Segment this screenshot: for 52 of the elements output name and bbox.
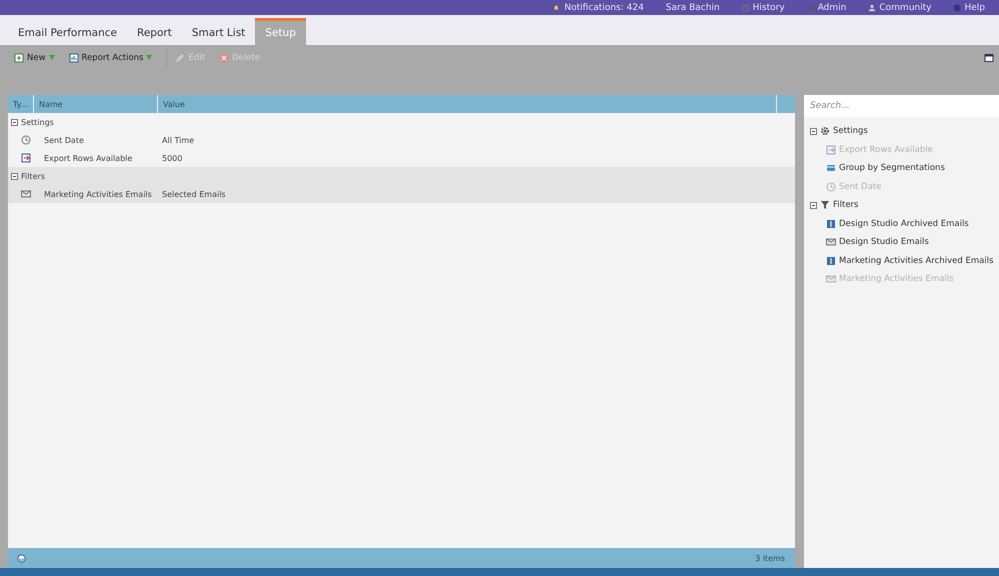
clock-icon [21, 135, 31, 145]
top-link[interactable]: Community [868, 2, 932, 12]
top-link[interactable]: Admin [806, 2, 846, 12]
table-cell: 5000 [162, 154, 182, 162]
gear-icon [820, 126, 830, 136]
stack-icon [826, 163, 836, 174]
table-cell: Selected Emails [162, 190, 226, 198]
email-icon [826, 274, 836, 284]
tree-item: Settings [833, 126, 868, 136]
group-label: Filters [21, 172, 45, 180]
clock-icon [742, 4, 750, 12]
collapse-icon[interactable] [810, 202, 817, 209]
people-icon [868, 4, 876, 12]
table-cell-text: Sent Date [44, 136, 85, 144]
gear-icon [806, 4, 815, 12]
top-link[interactable]: Notifications: 424 [553, 2, 644, 12]
archive-icon [826, 256, 836, 266]
bell-icon [553, 4, 562, 12]
table-cell-text: Export Rows Available [44, 154, 134, 162]
collapse-icon[interactable] [11, 118, 18, 126]
top-link[interactable]: Sara Bachin [666, 2, 720, 12]
tab[interactable]: Report [127, 18, 182, 45]
tree-item[interactable]: Marketing Activities Archived Emails [839, 256, 994, 266]
tab[interactable]: Smart List [182, 18, 256, 45]
tab[interactable]: Email Performance [8, 18, 128, 45]
tree-item: Filters [833, 200, 858, 210]
collapse-icon[interactable] [810, 128, 817, 135]
table-cell: All Time [162, 136, 194, 144]
delete-icon [218, 52, 229, 62]
item-count: 3 items [755, 554, 785, 562]
clock-icon [826, 182, 836, 192]
tree-item[interactable]: Group by Segmentations [839, 163, 945, 174]
table-cell-text: Marketing Activities Emails [44, 190, 153, 198]
toolbar-button[interactable]: Report Actions [68, 48, 160, 68]
email-icon [826, 237, 836, 248]
tree-item[interactable]: Design Studio Archived Emails [839, 218, 969, 229]
email-icon [21, 189, 31, 199]
archive-icon [826, 218, 836, 229]
window-icon[interactable] [984, 52, 994, 62]
export-icon [21, 153, 31, 163]
top-link[interactable]: History [742, 2, 785, 12]
search-field[interactable]: Search... [804, 95, 999, 117]
new-document-icon [14, 52, 24, 62]
export-icon [826, 144, 836, 155]
tree-item[interactable]: Design Studio Emails [839, 237, 929, 248]
toolbar-button[interactable]: New [14, 48, 63, 68]
report-icon [68, 52, 79, 62]
collapse-icon[interactable] [11, 172, 18, 180]
funnel-icon [820, 200, 830, 210]
pencil-icon [175, 52, 186, 62]
group-label: Settings [21, 118, 54, 126]
top-link[interactable]: Help [953, 2, 985, 12]
